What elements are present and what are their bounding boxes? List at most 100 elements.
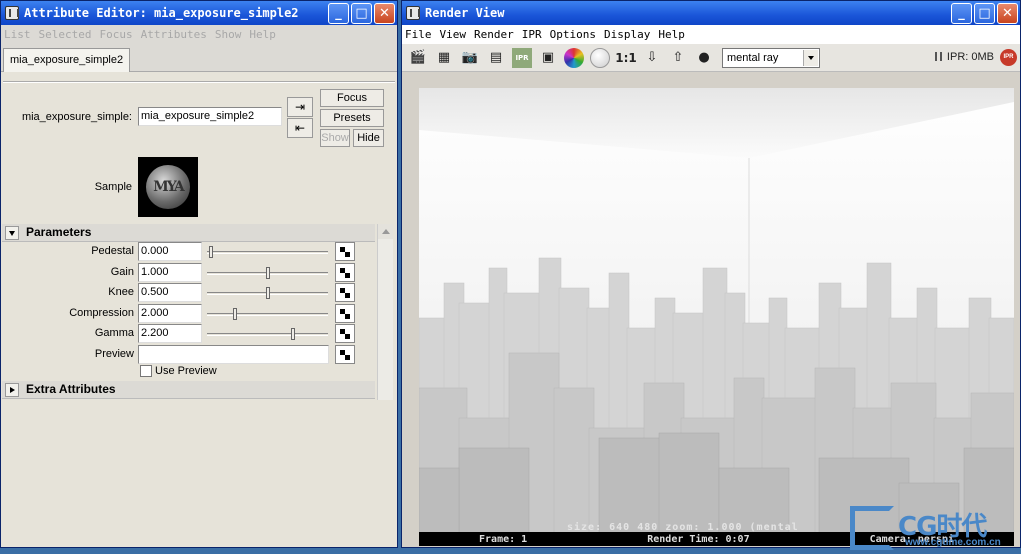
clapper-ipr-icon[interactable]: ▤ [486,48,506,68]
param-row-pedestal: Pedestal 0.000 [1,242,373,262]
param-value-field[interactable]: 2.200 [138,324,202,343]
ratio-1-1-button[interactable]: 1:1 [615,48,637,68]
minimize-button[interactable]: _ [951,2,972,24]
menu-ipr[interactable]: IPR [522,28,542,41]
ipr-status: IPR: 0MB [934,51,994,63]
render-view-titlebar[interactable]: Render View _ □ ✕ [402,1,1020,25]
show-button[interactable]: Show [320,129,350,147]
attribute-editor-titlebar[interactable]: Attribute Editor: mia_exposure_simple2 _… [1,1,397,25]
menu-show[interactable]: Show [215,28,242,41]
menu-attributes[interactable]: Attributes [141,28,207,41]
menu-display[interactable]: Display [604,28,650,41]
sample-label: Sample [94,181,132,193]
param-value-field[interactable]: 2.000 [138,303,202,323]
render-image[interactable] [419,88,1014,536]
preview-label: Preview [94,348,134,360]
camera-icon[interactable]: 📷 [460,48,480,68]
menu-view[interactable]: View [440,28,467,41]
param-slider[interactable] [207,307,328,320]
expand-arrow-icon[interactable] [5,383,19,397]
clapper-snapshot-icon[interactable]: ▣ [538,48,558,68]
renderer-value: mental ray [727,51,779,64]
tab-divider [3,81,395,83]
extra-attributes-section-header[interactable]: Extra Attributes [2,381,375,399]
ipr-badge-icon[interactable]: IPR [1000,49,1017,66]
map-button-icon[interactable] [335,262,355,282]
alpha-channel-icon[interactable] [590,47,610,68]
menu-render[interactable]: Render [474,28,514,41]
slider-thumb[interactable] [291,328,295,340]
param-slider[interactable] [207,266,328,279]
node-name-field[interactable]: mia_exposure_simple2 [138,107,282,126]
keep-image-icon[interactable]: ⇩ [642,48,662,68]
slider-thumb[interactable] [266,266,270,279]
menu-list[interactable]: List [4,28,31,41]
param-slider[interactable] [207,287,328,299]
preview-row: Preview [1,345,373,365]
chevron-down-icon[interactable] [803,49,818,66]
render-view-menubar: File View Render IPR Options Display Hel… [402,25,1020,44]
output-connections-icon[interactable]: ⇤ [287,118,313,138]
menu-selected[interactable]: Selected [39,28,92,41]
cgtime-logo-icon [848,502,898,550]
map-button-icon[interactable] [335,242,355,261]
hide-button[interactable]: Hide [353,129,384,147]
presets-button[interactable]: Presets [320,109,384,127]
attribute-editor-title: Attribute Editor: mia_exposure_simple2 [24,6,299,20]
frame-status: Frame: 1 [479,533,528,545]
color-channels-icon[interactable] [564,47,584,68]
node-type-label: mia_exposure_simple: [21,111,132,123]
render-time-status: Render Time: 0:07 [647,533,750,545]
use-preview-checkbox[interactable] [140,365,152,377]
attribute-editor-menubar: List Selected Focus Attributes Show Help [1,25,397,44]
parameters-section-header[interactable]: Parameters [2,224,375,242]
attribute-editor-window: Attribute Editor: mia_exposure_simple2 _… [0,0,398,548]
clapper-region-icon[interactable]: ▦ [434,48,454,68]
input-connections-icon[interactable]: ⇥ [287,97,313,117]
maximize-button[interactable]: □ [351,2,372,24]
use-preview-label: Use Preview [155,365,217,377]
focus-button[interactable]: Focus [320,89,384,107]
param-value-field[interactable]: 0.000 [138,242,202,261]
sample-swatch[interactable]: MYA [138,157,198,217]
maximize-button[interactable]: □ [974,2,995,24]
render-view-title: Render View [425,6,505,20]
param-label: Gamma [94,327,134,339]
clapper-icon[interactable]: 🎬 [408,48,428,68]
param-value-field[interactable]: 1.000 [138,262,202,282]
slider-thumb[interactable] [233,307,237,320]
attribute-scrollbar[interactable] [377,224,393,400]
minimize-button[interactable]: _ [328,2,349,24]
watermark-url: www.cgtime.com.cn [905,537,1001,548]
preview-field[interactable] [138,345,329,364]
map-button-icon[interactable] [335,324,355,343]
pause-icon[interactable] [934,52,942,61]
param-row-gain: Gain 1.000 [1,262,373,283]
menu-help[interactable]: Help [249,28,276,41]
ipr-icon[interactable]: IPR [512,47,532,68]
node-panel: mia_exposure_simple: mia_exposure_simple… [1,85,397,220]
param-slider[interactable] [207,246,328,258]
menu-options[interactable]: Options [550,28,596,41]
param-label: Pedestal [91,245,134,257]
remove-image-icon[interactable]: ⇧ [668,48,688,68]
map-button-icon[interactable] [335,303,355,323]
collapse-arrow-icon[interactable] [5,226,19,240]
menu-file[interactable]: File [405,28,432,41]
close-button[interactable]: ✕ [374,2,395,24]
menu-help[interactable]: Help [658,28,685,41]
map-button-icon[interactable] [335,345,355,364]
param-slider[interactable] [207,328,328,340]
tab-mia-exposure-simple2[interactable]: mia_exposure_simple2 [3,48,131,72]
cgtime-watermark: CG时代 www.cgtime.com.cn [848,498,1018,550]
slider-thumb[interactable] [209,246,213,258]
map-button-icon[interactable] [335,283,355,302]
renderer-select[interactable]: mental ray [722,47,820,68]
render-settings-icon[interactable]: ● [694,48,714,68]
param-value-field[interactable]: 0.500 [138,283,202,302]
scroll-up-icon[interactable] [378,224,393,239]
close-button[interactable]: ✕ [997,2,1018,24]
menu-focus[interactable]: Focus [99,28,132,41]
node-tabstrip: mia_exposure_simple2 [1,44,397,72]
slider-thumb[interactable] [266,287,270,299]
